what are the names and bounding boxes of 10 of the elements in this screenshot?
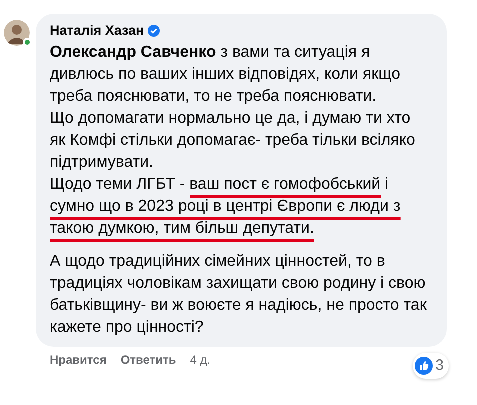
- comment-text: Олександр Савченко з вами та ситуація я дивлюсь по ваших інших відповідях, коли якщо треба пояснювати, то не треба пояснювати.: [50, 43, 402, 107]
- comment-text: А щодо традиційних сімейних цінностей, то в традиціях чоловікам захищати свою родину і свою батьківщину- ви ж воюєте я надіюсь, не просто так кажете про цінності?: [50, 252, 428, 338]
- avatar[interactable]: [4, 20, 30, 46]
- comment-text: Що допомагати нормально це да, і думаю ти хто як Комфі стільки допомагає- треба тільки всіляко підтримувати.: [50, 109, 416, 173]
- action-link[interactable]: Ответить: [120, 351, 176, 369]
- timestamp[interactable]: 4 д.: [190, 351, 211, 369]
- reaction-count[interactable]: 3: [412, 352, 449, 379]
- action-link[interactable]: Нравится: [50, 351, 107, 369]
- author-name[interactable]: Наталія Хазан: [50, 22, 144, 40]
- like-icon: [414, 356, 433, 375]
